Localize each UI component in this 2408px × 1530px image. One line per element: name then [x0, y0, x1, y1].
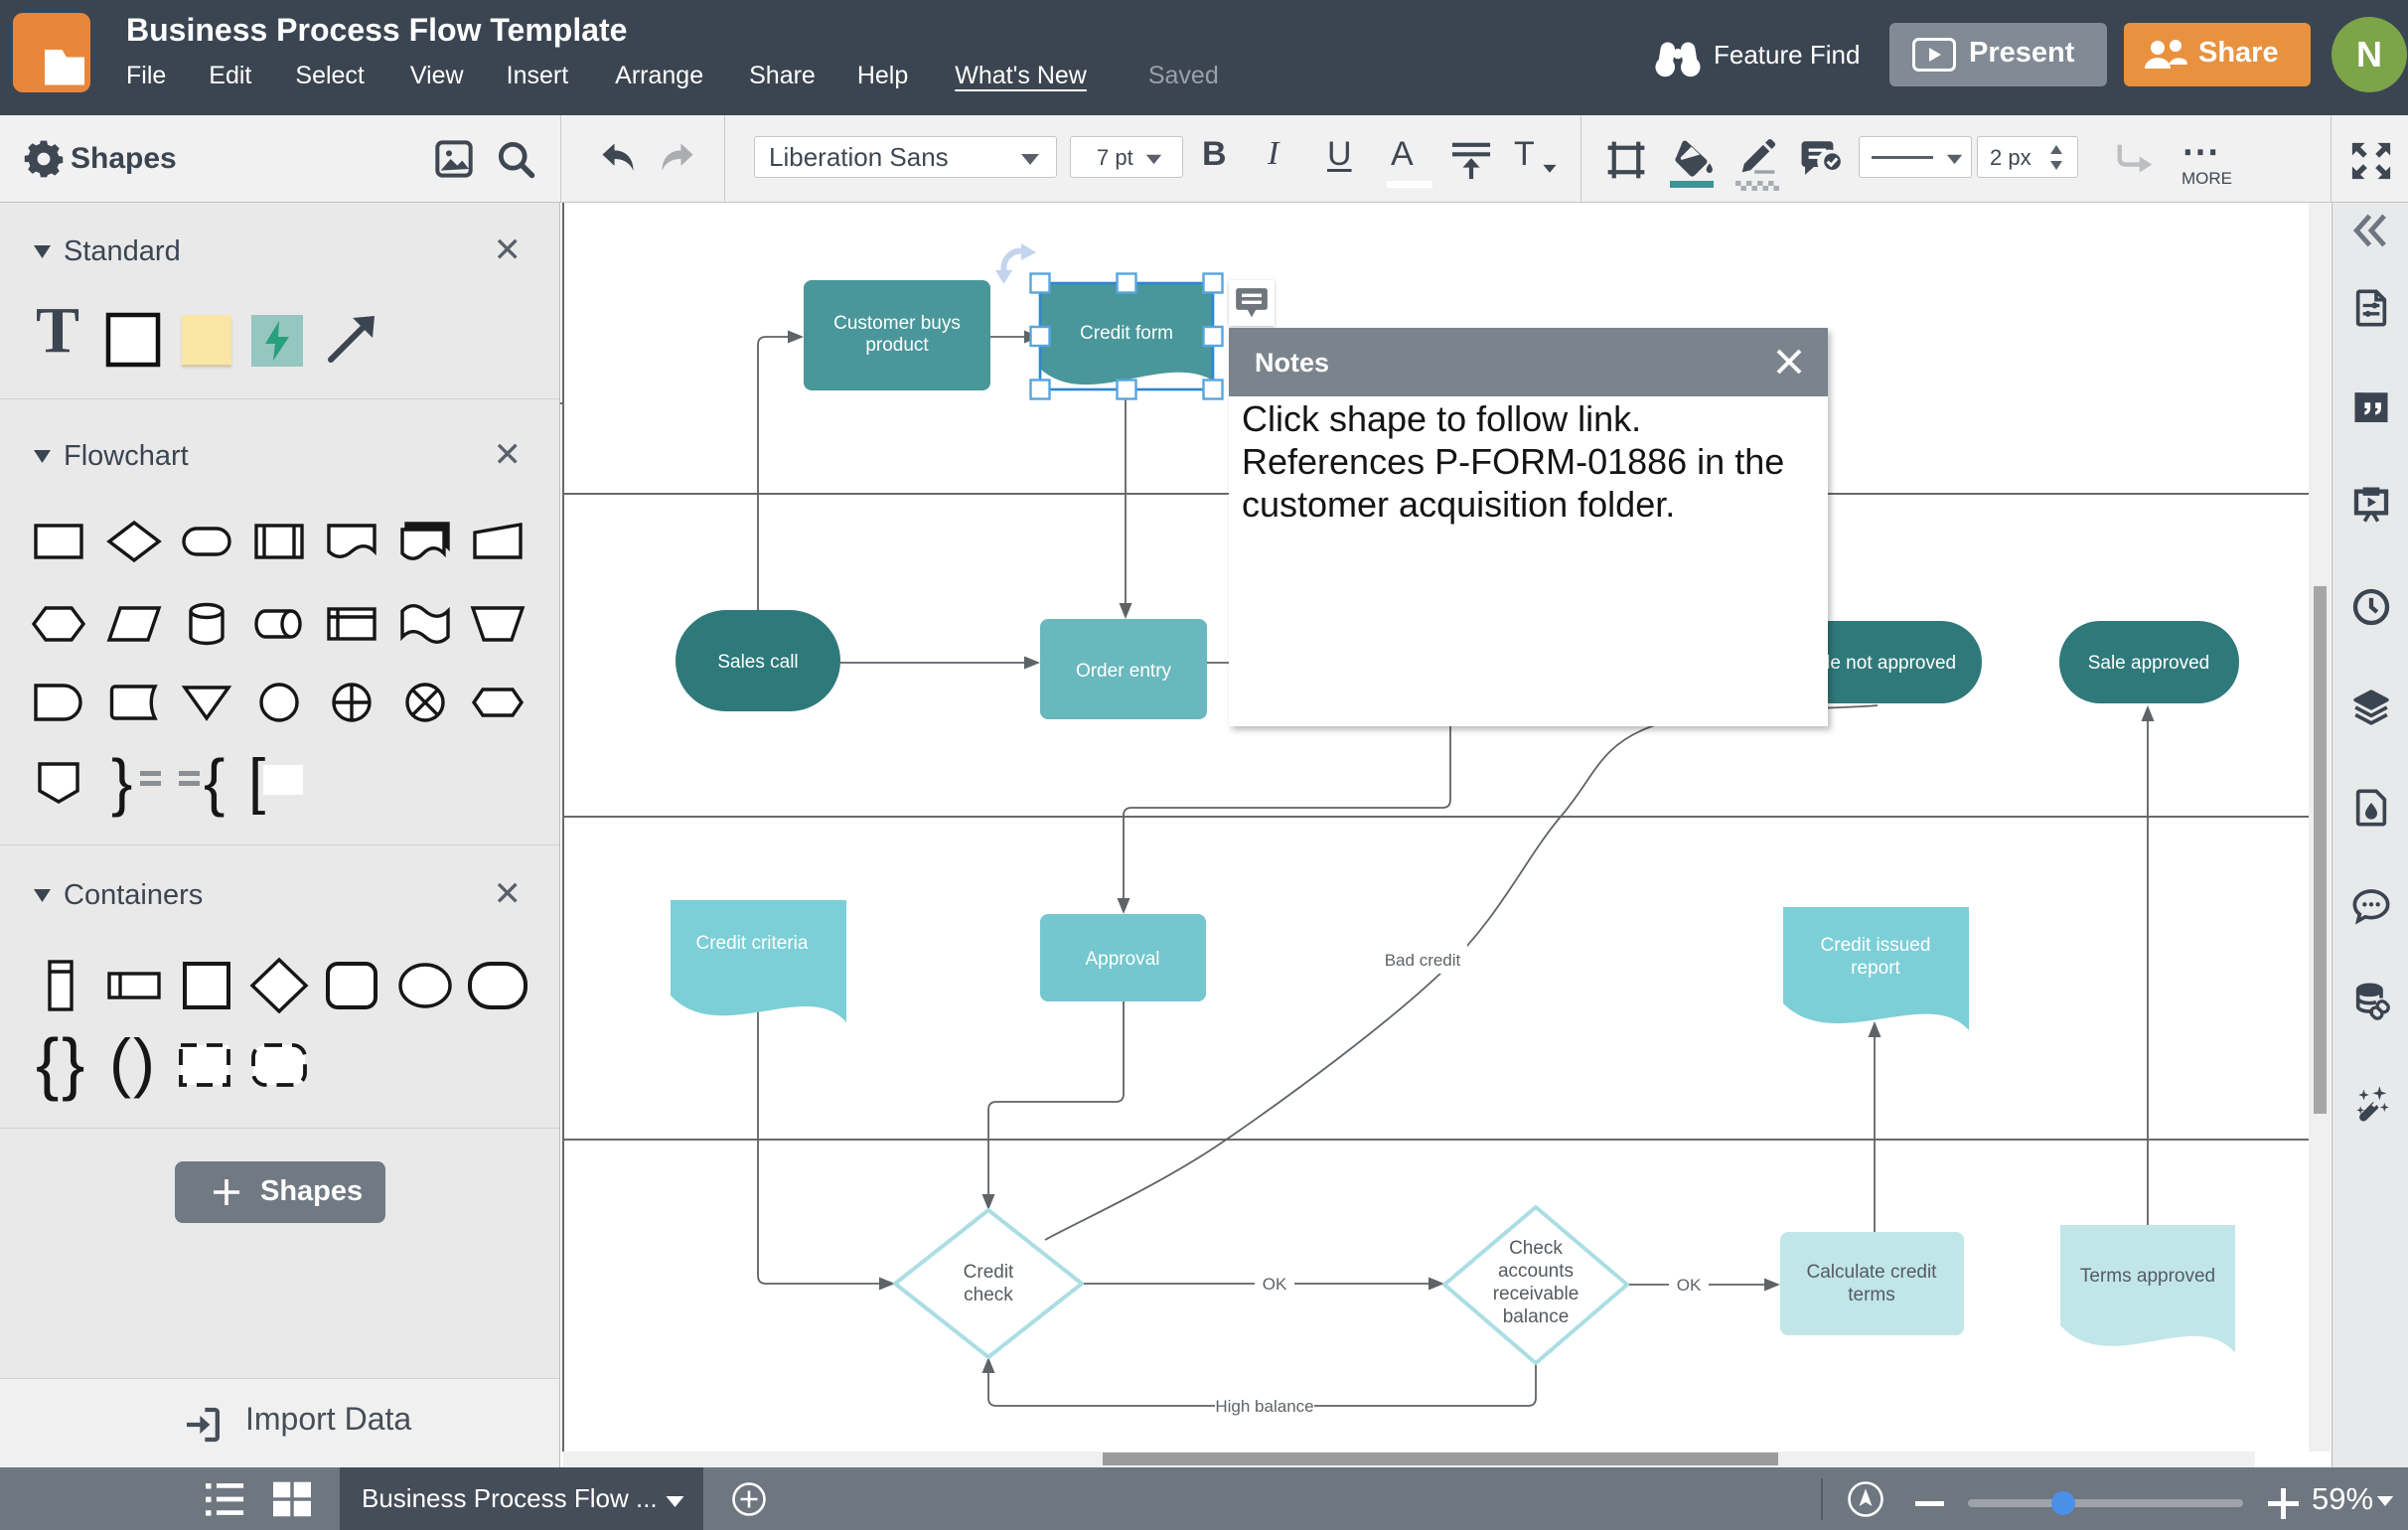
svg-text:Credit issued: Credit issued	[1821, 935, 1931, 956]
svg-text:accounts: accounts	[1498, 1261, 1574, 1282]
svg-text:check: check	[964, 1285, 1013, 1305]
svg-text:Credit form: Credit form	[1080, 323, 1173, 344]
svg-text:Sales call: Sales call	[717, 652, 798, 673]
svg-text:product: product	[865, 335, 929, 356]
svg-text:OK: OK	[1263, 1275, 1287, 1294]
svg-text:terms: terms	[1848, 1285, 1895, 1305]
svg-text:report: report	[1851, 958, 1900, 979]
svg-text:{: {	[36, 1024, 59, 1102]
svg-text:Credit: Credit	[964, 1262, 1014, 1283]
svg-text:Terms approved: Terms approved	[2080, 1266, 2215, 1287]
svg-text:[: [	[248, 747, 265, 816]
svg-text:{: {	[204, 746, 225, 818]
svg-text:Bad credit: Bad credit	[1385, 951, 1461, 970]
svg-text:}: }	[62, 1024, 84, 1102]
svg-text:Calculate credit: Calculate credit	[1807, 1262, 1938, 1283]
svg-text:balance: balance	[1503, 1306, 1570, 1327]
svg-text:Customer buys: Customer buys	[833, 313, 961, 334]
svg-text:): )	[133, 1025, 155, 1099]
svg-text:(: (	[109, 1025, 131, 1099]
svg-text:OK: OK	[1677, 1276, 1702, 1295]
svg-text:receivable: receivable	[1493, 1284, 1580, 1304]
svg-text:High balance: High balance	[1215, 1397, 1313, 1416]
svg-text:Order entry: Order entry	[1076, 661, 1172, 682]
svg-text:Credit criteria: Credit criteria	[696, 933, 809, 954]
svg-text:Approval: Approval	[1086, 949, 1160, 970]
svg-text:Check: Check	[1509, 1238, 1563, 1259]
svg-text:Sale approved: Sale approved	[2088, 653, 2210, 674]
svg-text:}: }	[111, 746, 132, 818]
